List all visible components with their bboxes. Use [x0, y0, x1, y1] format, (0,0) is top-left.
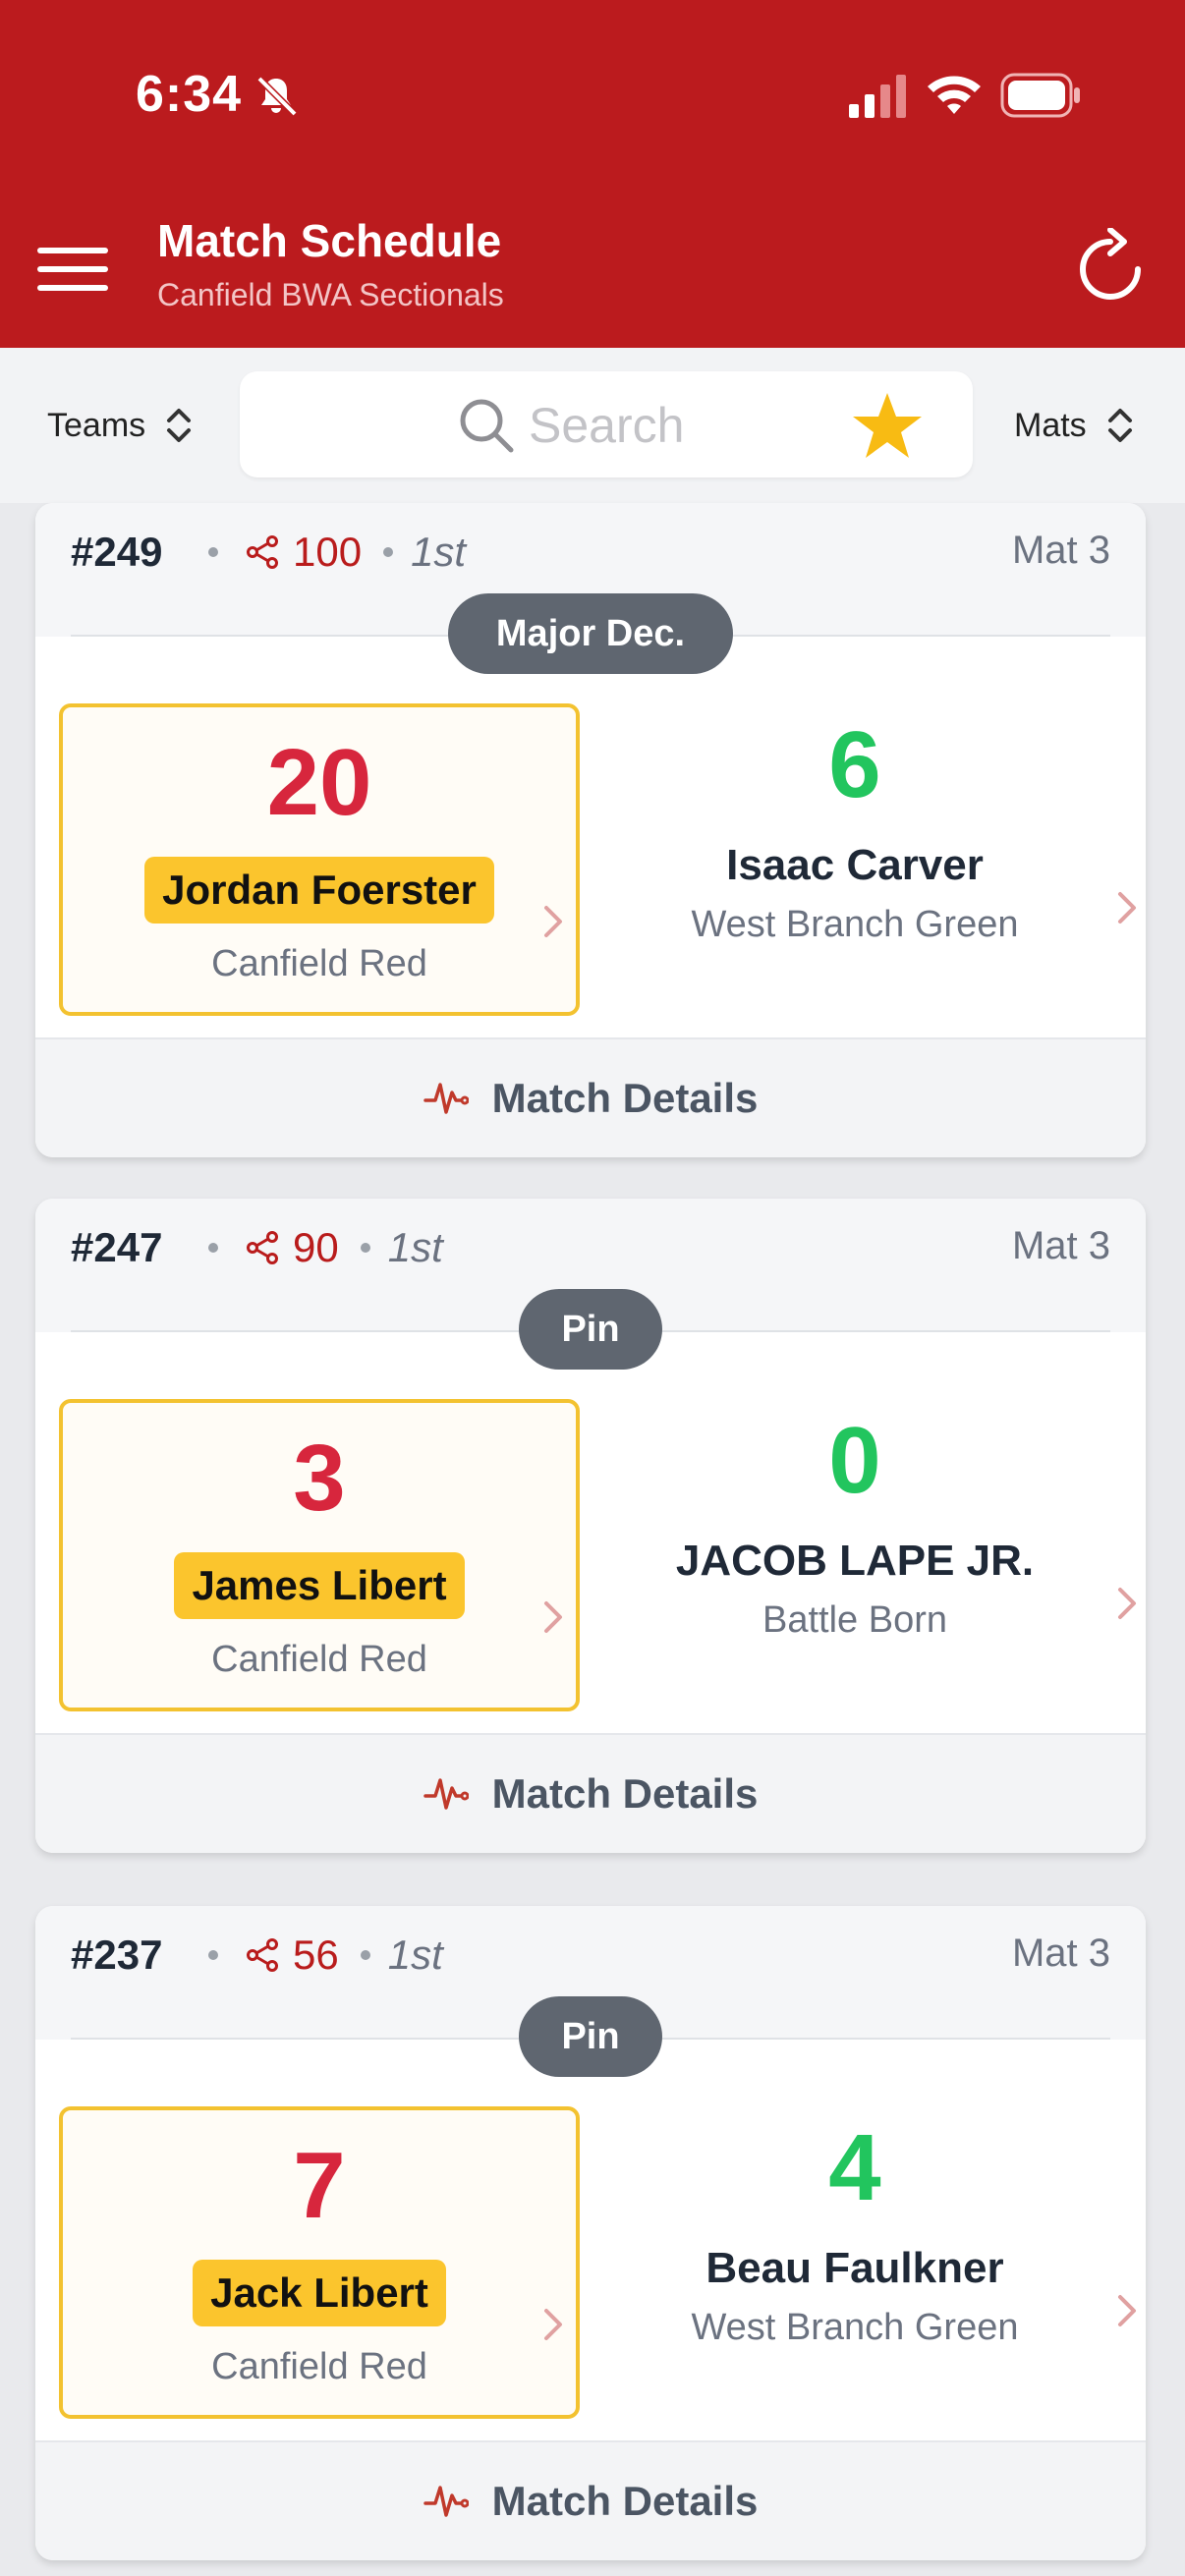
match-card: #247 90 1st Mat 3 Pin 3 James Libert Can… — [35, 1199, 1146, 1853]
winner-box[interactable]: 20 Jordan Foerster Canfield Red — [59, 703, 580, 1016]
separator-dot — [383, 547, 394, 557]
bracket-share-icon — [247, 535, 278, 569]
teams-filter[interactable]: Teams — [47, 405, 195, 446]
loser-box[interactable]: 6 Isaac Carver West Branch Green — [609, 703, 1146, 1016]
winner-score: 3 — [293, 1426, 346, 1531]
match-details-label: Match Details — [491, 2478, 759, 2524]
winner-team: Canfield Red — [211, 1639, 427, 1680]
bout-number: 90 — [293, 1224, 339, 1270]
match-period: 1st — [387, 1932, 443, 1978]
bracket-share-icon — [247, 1938, 278, 1972]
bout-number: 56 — [293, 1932, 339, 1978]
loser-box[interactable]: 4 Beau Faulkner West Branch Green — [609, 2106, 1146, 2419]
bell-muted-icon — [256, 76, 298, 117]
chevron-right-icon — [544, 906, 562, 937]
result-badge: Major Dec. — [448, 593, 733, 674]
chevron-up-down-icon — [1107, 409, 1132, 442]
chevron-right-icon — [1118, 2295, 1136, 2326]
mats-filter[interactable]: Mats — [1014, 405, 1136, 446]
page-subtitle: Canfield BWA Sectionals — [157, 277, 504, 312]
winner-score: 7 — [293, 2133, 346, 2238]
result-badge: Pin — [519, 1996, 662, 2077]
loser-score: 0 — [828, 1408, 881, 1513]
match-number: #249 — [71, 529, 163, 575]
search-input[interactable] — [527, 395, 865, 456]
mat-label: Mat 3 — [1011, 1224, 1110, 1267]
match-details-label: Match Details — [491, 1770, 759, 1817]
separator-dot — [360, 1950, 370, 1960]
chevron-right-icon — [1118, 1588, 1136, 1619]
winner-box[interactable]: 7 Jack Libert Canfield Red — [59, 2106, 580, 2419]
match-details-button[interactable]: Match Details — [35, 1037, 1146, 1157]
page-title: Match Schedule — [157, 215, 502, 266]
mat-label: Mat 3 — [1011, 1932, 1110, 1975]
winner-team: Canfield Red — [211, 2346, 427, 2387]
match-meta: 90 1st — [208, 1224, 443, 1271]
match-details-button[interactable]: Match Details — [35, 1733, 1146, 1853]
loser-team: West Branch Green — [691, 904, 1019, 945]
star-favorites-icon[interactable] — [851, 391, 924, 460]
activity-pulse-icon — [423, 2486, 469, 2517]
separator-dot — [208, 1950, 218, 1960]
result-badge: Pin — [519, 1289, 662, 1370]
match-number: #237 — [71, 1932, 163, 1978]
search-icon — [460, 399, 514, 453]
bout-number: 100 — [293, 529, 363, 575]
loser-score: 4 — [828, 2115, 881, 2220]
filter-bar: Teams Mats — [0, 348, 1185, 503]
match-card: #249 100 1st Mat 3 Major Dec. 20 Jordan … — [35, 503, 1146, 1157]
match-meta: 56 1st — [208, 1932, 443, 1979]
mats-filter-label: Mats — [1014, 406, 1087, 444]
chevron-right-icon — [544, 2309, 562, 2340]
hamburger-menu-icon[interactable] — [37, 248, 108, 291]
winner-name: Jordan Foerster — [144, 857, 494, 924]
match-meta: 100 1st — [208, 529, 466, 576]
winner-team: Canfield Red — [211, 943, 427, 984]
match-details-label: Match Details — [491, 1075, 759, 1121]
wifi-icon — [928, 76, 981, 114]
search-box — [240, 371, 973, 477]
loser-team: West Branch Green — [691, 2307, 1019, 2348]
winner-score: 20 — [266, 730, 372, 835]
cellular-signal-icon — [849, 75, 906, 118]
separator-dot — [360, 1243, 370, 1253]
refresh-icon[interactable] — [1077, 228, 1144, 303]
chevron-right-icon — [1118, 892, 1136, 924]
match-number: #247 — [71, 1224, 163, 1270]
activity-pulse-icon — [423, 1083, 469, 1114]
winner-name: Jack Libert — [193, 2260, 446, 2326]
teams-filter-label: Teams — [47, 406, 146, 444]
status-time: 6:34 — [136, 66, 243, 123]
chevron-right-icon — [544, 1601, 562, 1633]
app-header: 6:34 Match Schedule Canfield BWA Section… — [0, 0, 1185, 348]
separator-dot — [208, 1243, 218, 1253]
loser-name: Isaac Carver — [726, 841, 984, 889]
activity-pulse-icon — [423, 1778, 469, 1810]
loser-score: 6 — [828, 712, 881, 817]
chevron-up-down-icon — [167, 409, 192, 442]
match-card: #237 56 1st Mat 3 Pin 7 Jack Libert Canf… — [35, 1906, 1146, 2560]
separator-dot — [208, 547, 218, 557]
match-period: 1st — [411, 529, 467, 575]
loser-team: Battle Born — [762, 1599, 947, 1641]
winner-box[interactable]: 3 James Libert Canfield Red — [59, 1399, 580, 1711]
match-period: 1st — [387, 1224, 443, 1270]
loser-name: Beau Faulkner — [705, 2244, 1004, 2292]
match-details-button[interactable]: Match Details — [35, 2440, 1146, 2560]
mat-label: Mat 3 — [1011, 529, 1110, 572]
loser-name: JACOB LAPE JR. — [675, 1537, 1035, 1585]
battery-icon — [1000, 73, 1080, 118]
winner-name: James Libert — [174, 1552, 465, 1619]
bracket-share-icon — [247, 1231, 278, 1264]
loser-box[interactable]: 0 JACOB LAPE JR. Battle Born — [609, 1399, 1146, 1711]
